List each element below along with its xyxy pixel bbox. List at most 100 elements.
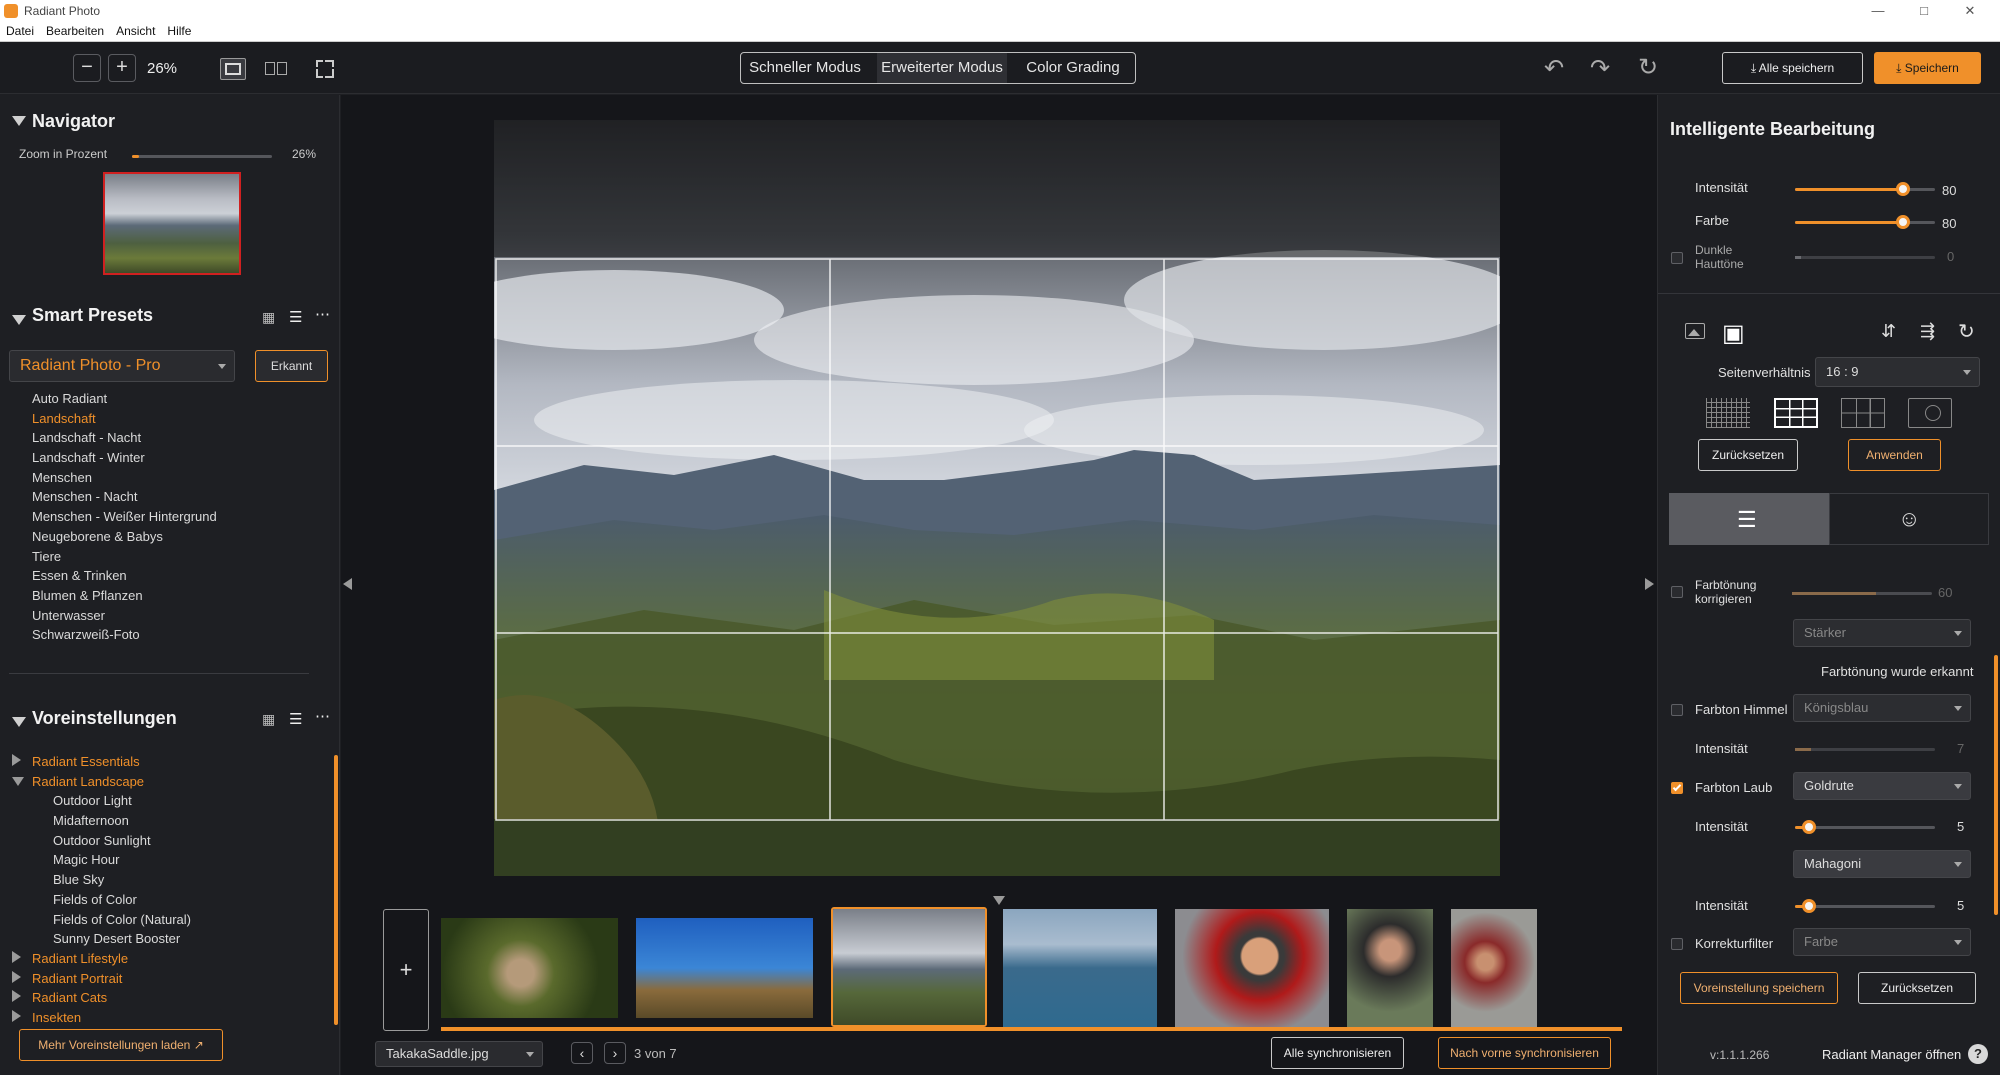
adjustments-scrollbar[interactable]: [1994, 655, 1998, 915]
preset-item[interactable]: Magic Hour: [12, 850, 322, 870]
split-view-icon[interactable]: [265, 60, 289, 78]
list-view-icon[interactable]: ☰: [289, 308, 302, 326]
save-preset-button[interactable]: Voreinstellung speichern: [1680, 972, 1838, 1004]
more-options-icon[interactable]: ⋯: [315, 707, 330, 725]
sync-forward-button[interactable]: Nach vorne synchronisieren: [1438, 1037, 1611, 1069]
smart-preset-item[interactable]: Menschen: [32, 468, 322, 488]
crop-icon[interactable]: ▣: [1722, 319, 1745, 348]
minimize-icon[interactable]: —: [1858, 2, 1898, 20]
crop-apply-button[interactable]: Anwenden: [1848, 439, 1941, 471]
zoom-in-button[interactable]: +: [108, 54, 136, 82]
smart-preset-item[interactable]: Menschen - Weißer Hintergrund: [32, 507, 322, 527]
detected-button[interactable]: Erkannt: [255, 350, 328, 382]
single-view-icon[interactable]: [220, 58, 246, 80]
flip-horizontal-icon[interactable]: ⇶: [1920, 321, 1935, 342]
collapse-right-icon[interactable]: [1645, 578, 1654, 593]
smart-preset-item[interactable]: Menschen - Nacht: [32, 487, 322, 507]
menu-datei[interactable]: Datei: [0, 22, 40, 38]
filter-select[interactable]: Farbe: [1793, 928, 1971, 956]
preset-group[interactable]: Radiant Essentials: [12, 752, 322, 772]
smart-preset-item[interactable]: Unterwasser: [32, 606, 322, 626]
save-button[interactable]: ⤓ Speichern: [1874, 52, 1981, 84]
redo-icon[interactable]: ↷: [1590, 54, 1610, 83]
rotate-icon[interactable]: ↻: [1958, 319, 1975, 344]
reset-icon[interactable]: ↻: [1638, 53, 1658, 82]
smart-preset-item[interactable]: Tiere: [32, 547, 322, 567]
flip-vertical-icon[interactable]: ⇵: [1881, 321, 1896, 342]
dark-skin-checkbox[interactable]: [1671, 252, 1683, 264]
grid-view-icon[interactable]: ▦: [262, 711, 275, 728]
preset-item[interactable]: Outdoor Light: [12, 791, 322, 811]
preset-item[interactable]: Fields of Color (Natural): [12, 910, 322, 930]
filmstrip-toggle-icon[interactable]: [993, 893, 1005, 908]
radiant-manager-link[interactable]: Radiant Manager öffnen: [1822, 1047, 1961, 1062]
tint-strength-select[interactable]: Stärker: [1793, 619, 1971, 647]
close-icon[interactable]: ✕: [1950, 2, 1990, 20]
grid-fine-icon[interactable]: [1706, 398, 1750, 428]
filmstrip-scrollbar[interactable]: [441, 1027, 1622, 1031]
menu-bearbeiten[interactable]: Bearbeiten: [40, 22, 110, 38]
golden-spiral-icon[interactable]: [1908, 398, 1952, 428]
menu-hilfe[interactable]: Hilfe: [161, 22, 197, 38]
more-presets-button[interactable]: Mehr Voreinstellungen laden ↗: [19, 1029, 223, 1061]
smart-preset-item[interactable]: Auto Radiant: [32, 389, 322, 409]
presets-scrollbar[interactable]: [334, 755, 338, 1025]
tab-advanced-mode[interactable]: Erweiterter Modus: [877, 53, 1007, 83]
sky-intensity-slider[interactable]: [1795, 748, 1935, 751]
tab-color-grading[interactable]: Color Grading: [1011, 53, 1135, 83]
photo-canvas[interactable]: [494, 120, 1500, 876]
preset-group[interactable]: Radiant Cats: [12, 988, 322, 1008]
thumbnail-7[interactable]: [1451, 909, 1537, 1027]
grid-thirds-icon[interactable]: [1774, 398, 1818, 428]
tab-quick-mode[interactable]: Schneller Modus: [741, 53, 869, 83]
thumbnail-2[interactable]: [636, 918, 813, 1018]
navigator-thumbnail[interactable]: [103, 172, 241, 275]
color-knob[interactable]: [1896, 215, 1910, 229]
tint-checkbox[interactable]: [1671, 586, 1683, 598]
preset-group[interactable]: Radiant Landscape: [12, 772, 322, 792]
smart-preset-item[interactable]: Landschaft - Nacht: [32, 428, 322, 448]
preset-item[interactable]: Blue Sky: [12, 870, 322, 890]
grid-golden-icon[interactable]: [1841, 398, 1885, 428]
prev-image-button[interactable]: ‹: [571, 1042, 593, 1064]
thumbnail-6[interactable]: [1347, 909, 1433, 1027]
filter-checkbox[interactable]: [1671, 938, 1683, 950]
intensity-knob[interactable]: [1896, 182, 1910, 196]
tab-adjustments[interactable]: ☰: [1669, 493, 1829, 545]
preset-item[interactable]: Midafternoon: [12, 811, 322, 831]
second-intensity-knob[interactable]: [1802, 899, 1816, 913]
preset-group[interactable]: Radiant Lifestyle: [12, 949, 322, 969]
thumbnail-1[interactable]: [441, 918, 618, 1018]
smart-preset-item[interactable]: Schwarzweiß-Foto: [32, 625, 322, 645]
smart-preset-item[interactable]: Essen & Trinken: [32, 566, 322, 586]
foliage-intensity-slider[interactable]: [1795, 826, 1935, 829]
sky-checkbox[interactable]: [1671, 704, 1683, 716]
foliage-checkbox[interactable]: [1671, 782, 1683, 794]
preset-item[interactable]: Sunny Desert Booster: [12, 929, 322, 949]
next-image-button[interactable]: ›: [604, 1042, 626, 1064]
smart-preset-item[interactable]: Landschaft: [32, 409, 322, 429]
preset-group[interactable]: Radiant Portrait: [12, 969, 322, 989]
smart-preset-item[interactable]: Landschaft - Winter: [32, 448, 322, 468]
navigator-zoom-slider[interactable]: [132, 155, 272, 158]
thumbnail-5[interactable]: [1175, 909, 1329, 1027]
image-icon[interactable]: [1685, 323, 1705, 339]
add-image-button[interactable]: +: [383, 909, 429, 1031]
foliage-intensity-knob[interactable]: [1802, 820, 1816, 834]
undo-icon[interactable]: ↶: [1544, 54, 1564, 83]
preset-group[interactable]: Insekten: [12, 1008, 322, 1028]
presets-collapse-icon[interactable]: [12, 715, 26, 730]
file-select[interactable]: TakakaSaddle.jpg: [375, 1041, 543, 1067]
dark-skin-slider[interactable]: [1795, 256, 1935, 259]
sky-color-select[interactable]: Königsblau: [1793, 694, 1971, 722]
thumbnail-4[interactable]: [1003, 909, 1157, 1027]
grid-view-icon[interactable]: ▦: [262, 309, 275, 326]
smart-preset-select[interactable]: Radiant Photo - Pro: [9, 350, 235, 382]
second-intensity-slider[interactable]: [1795, 905, 1935, 908]
smart-presets-collapse-icon[interactable]: [12, 313, 26, 328]
footer-reset-button[interactable]: Zurücksetzen: [1858, 972, 1976, 1004]
preset-item[interactable]: Outdoor Sunlight: [12, 831, 322, 851]
menu-ansicht[interactable]: Ansicht: [110, 22, 161, 38]
crop-reset-button[interactable]: Zurücksetzen: [1698, 439, 1798, 471]
thumbnail-3-selected[interactable]: [831, 907, 987, 1027]
